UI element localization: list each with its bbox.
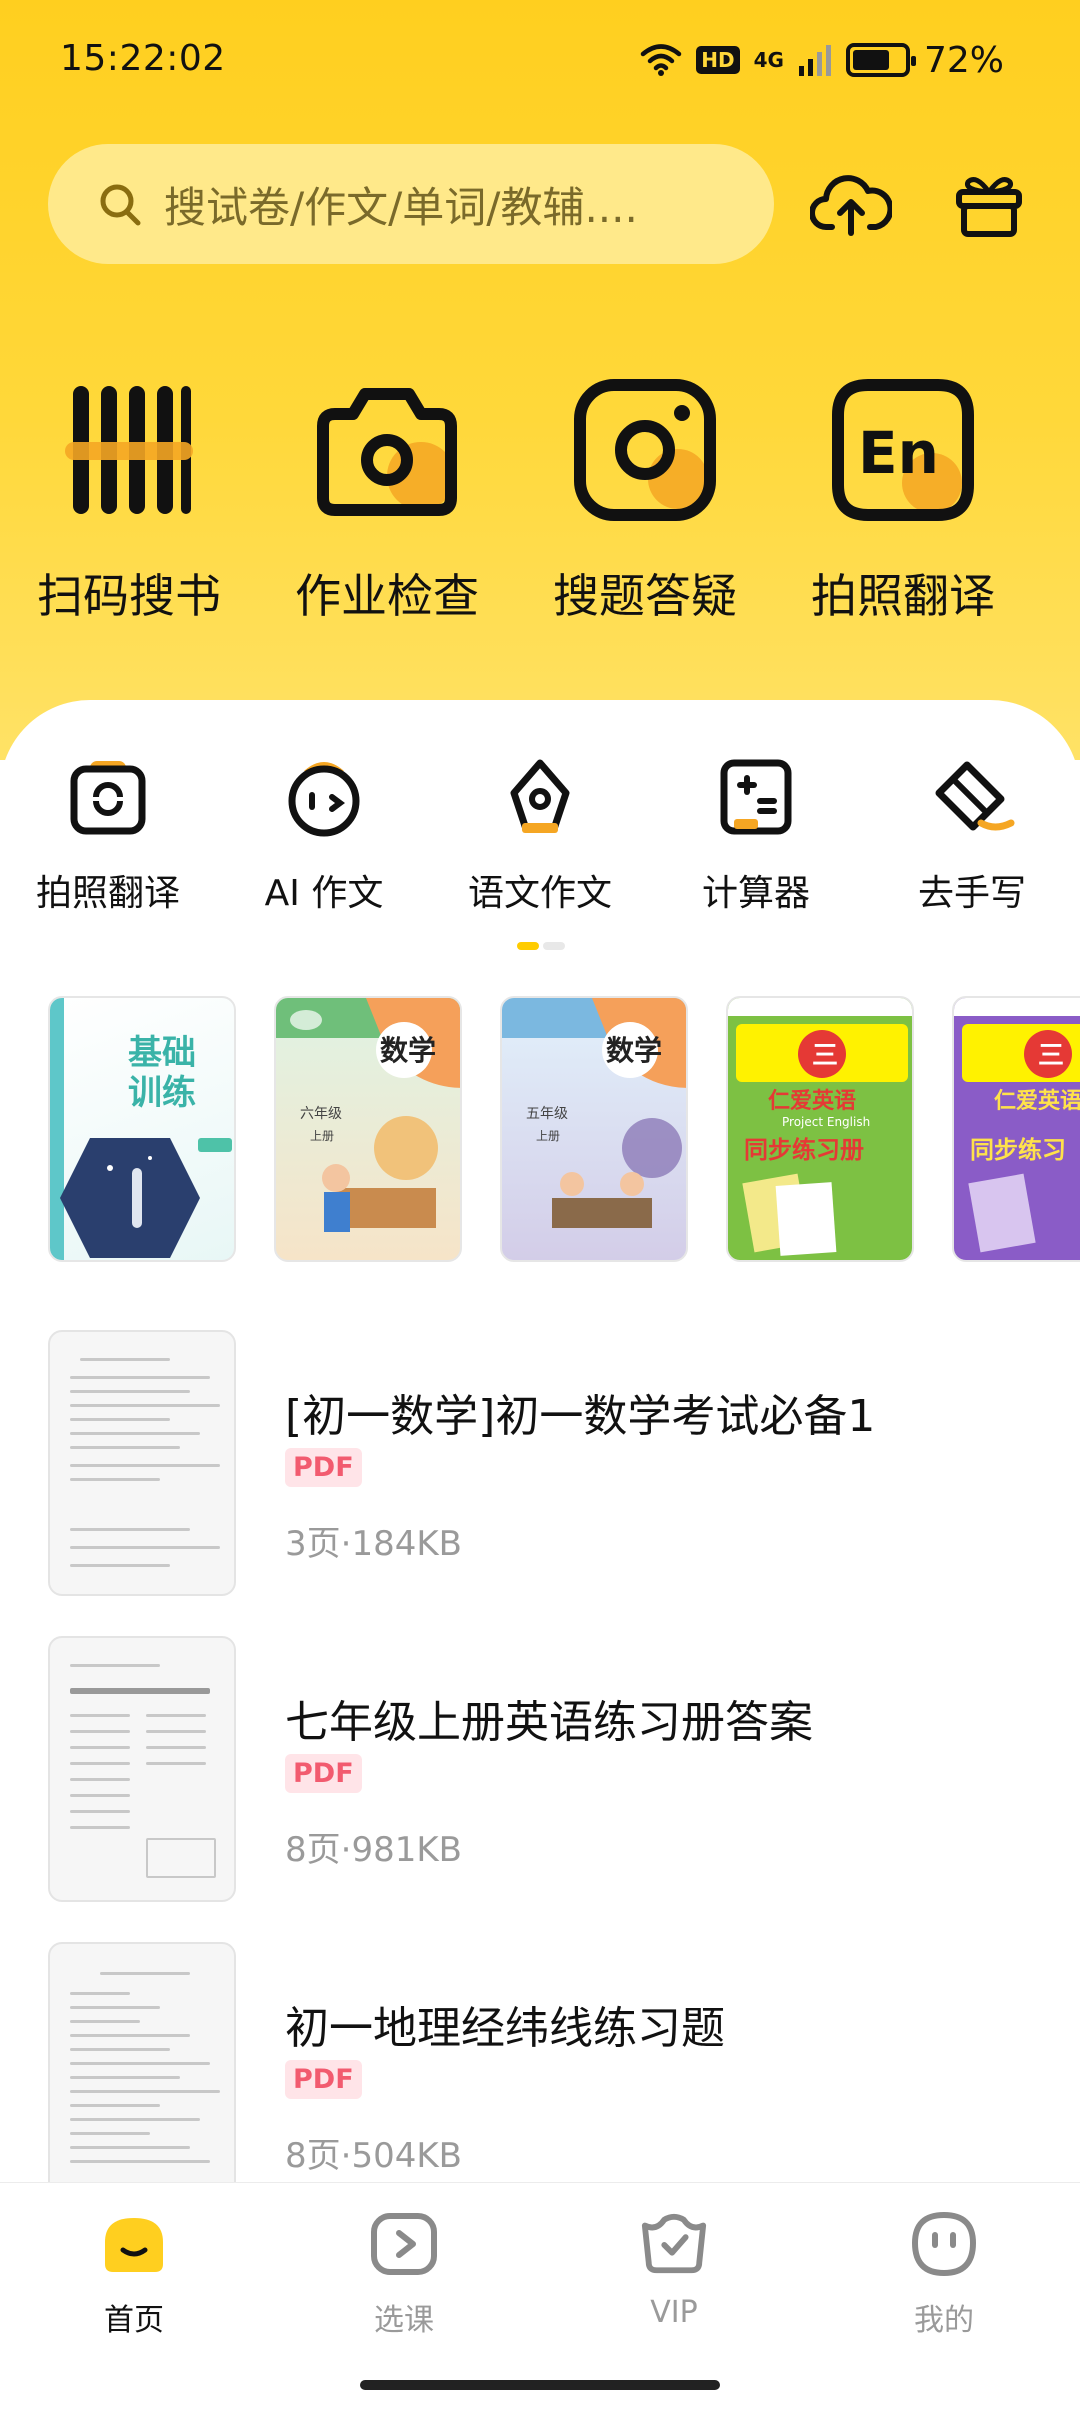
svg-text:同步练习册: 同步练习册: [744, 1136, 864, 1164]
tool-scan-book[interactable]: 扫码搜书: [0, 370, 258, 626]
tool-label: 作业检查: [295, 569, 479, 623]
nav-tab-home[interactable]: 首页: [54, 2209, 214, 2339]
gift-button[interactable]: [944, 160, 1034, 250]
upload-cloud-button[interactable]: [806, 160, 896, 250]
status-time: 15:22:02: [60, 38, 226, 79]
mini-tool-label: 计算器: [701, 873, 810, 914]
document-title: 七年级上册英语练习册答案: [285, 1697, 813, 1748]
battery-icon: [845, 43, 916, 77]
profile-face-icon: [909, 2209, 979, 2279]
home-indicator: [360, 2380, 720, 2390]
camera-icon: [307, 370, 467, 530]
mini-tool-ai-essay[interactable]: AI 作文: [216, 752, 432, 916]
home-icon: [99, 2209, 169, 2279]
lens-camera-icon: [565, 370, 725, 530]
svg-text:仁爱英语: 仁爱英语: [994, 1088, 1080, 1114]
mini-tool-calculator[interactable]: 计算器: [648, 752, 864, 916]
tool-photo-translate[interactable]: En 拍照翻译: [774, 370, 1032, 626]
page-dot-active: [517, 942, 539, 950]
tools-page-indicator: [517, 942, 565, 950]
nav-label: 我的: [914, 2303, 974, 2338]
nav-tab-profile[interactable]: 我的: [864, 2209, 1024, 2339]
nav-tab-courses[interactable]: 选课: [324, 2209, 484, 2339]
svg-text:训练: 训练: [128, 1073, 196, 1113]
book-cover[interactable]: 基础 训练: [48, 996, 236, 1262]
camera-rotate-icon: [63, 752, 153, 842]
book-cover[interactable]: 数学 六年级 上册: [274, 996, 462, 1262]
barcode-icon: [49, 370, 209, 530]
search-input[interactable]: 搜试卷/作文/单词/教辅....: [48, 144, 774, 264]
pdf-badge: PDF: [285, 1448, 362, 1487]
book-cover[interactable]: 三 仁爱英语 Project English 同步练习册: [726, 996, 914, 1262]
tool-label: 扫码搜书: [37, 569, 221, 623]
tool-label: 拍照翻译: [811, 569, 995, 623]
eraser-icon: [927, 752, 1017, 842]
mini-tool-photo-translate[interactable]: 拍照翻译: [0, 752, 216, 916]
play-course-icon: [369, 2209, 439, 2279]
document-title: 初一地理经纬线练习题: [285, 2003, 725, 2054]
tool-search-question[interactable]: 搜题答疑: [516, 370, 774, 626]
pdf-badge: PDF: [285, 2060, 362, 2099]
wifi-icon: [641, 44, 682, 76]
page-dot: [543, 942, 565, 950]
nav-label: VIP: [650, 2295, 698, 2330]
search-icon: [100, 184, 141, 226]
nav-label: 首页: [104, 2303, 164, 2338]
signal-icon: [798, 45, 831, 76]
list-item[interactable]: [初一数学]初一数学考试必备1 PDF 3页·184KB: [0, 1330, 1080, 1630]
calculator-icon: [711, 752, 801, 842]
document-thumbnail: [48, 1330, 236, 1596]
hd-badge: HD: [696, 46, 740, 74]
search-placeholder: 搜试卷/作文/单词/教辅....: [164, 182, 638, 232]
status-indicators: HD 4G 72%: [640, 38, 1004, 82]
svg-text:三: 三: [1038, 1041, 1064, 1071]
ai-face-icon: [279, 752, 369, 842]
svg-text:上册: 上册: [310, 1129, 334, 1143]
svg-text:上册: 上册: [536, 1129, 560, 1143]
nav-tab-vip[interactable]: VIP: [594, 2209, 754, 2330]
svg-text:基础: 基础: [128, 1033, 196, 1073]
svg-text:同步练习: 同步练习: [970, 1136, 1066, 1164]
book-carousel[interactable]: 基础 训练 数学 六年级 上册 数学 五年级 上册 三 仁爱英语 Project…: [48, 996, 1080, 1264]
pen-nib-icon: [495, 752, 585, 842]
book-cover[interactable]: 三 仁爱英语 同步练习: [952, 996, 1080, 1262]
svg-text:六年级: 六年级: [300, 1106, 342, 1122]
battery-fill: [852, 50, 889, 70]
mini-tool-label: 拍照翻译: [35, 873, 180, 914]
gift-icon: [956, 177, 1022, 237]
tool-homework-check[interactable]: 作业检查: [258, 370, 516, 626]
svg-text:Project English: Project English: [782, 1115, 870, 1129]
mini-tool-label: 语文作文: [467, 873, 612, 914]
upload-cloud-icon: [810, 175, 892, 236]
mini-tool-label: 去手写: [917, 873, 1026, 914]
bottom-nav: 首页 选课 VIP 我的: [0, 2182, 1080, 2412]
document-title: [初一数学]初一数学考试必备1: [285, 1391, 876, 1442]
svg-text:数学: 数学: [606, 1034, 662, 1067]
document-meta: 3页·184KB: [285, 1524, 462, 1564]
mini-tool-chinese-essay[interactable]: 语文作文: [432, 752, 648, 916]
pdf-badge: PDF: [285, 1754, 362, 1793]
battery-percent: 72%: [923, 39, 1004, 81]
svg-text:En: En: [858, 419, 939, 487]
vip-crown-icon: [639, 2209, 709, 2279]
tool-label: 搜题答疑: [553, 569, 737, 623]
book-cover[interactable]: 数学 五年级 上册: [500, 996, 688, 1262]
status-bar: 15:22:02 HD 4G 72%: [0, 0, 1080, 120]
mini-tool-remove-handwriting[interactable]: 去手写: [864, 752, 1080, 916]
nav-label: 选课: [374, 2303, 434, 2338]
document-meta: 8页·504KB: [285, 2136, 462, 2176]
svg-text:数学: 数学: [380, 1034, 436, 1067]
svg-text:三: 三: [812, 1041, 838, 1071]
mini-tool-label: AI 作文: [264, 873, 384, 914]
mini-tools: 拍照翻译 AI 作文 语文作文 计算器 去手写: [0, 752, 1080, 916]
svg-text:仁爱英语: 仁爱英语: [768, 1088, 856, 1114]
document-meta: 8页·981KB: [285, 1830, 462, 1870]
network-label: 4G: [753, 48, 784, 72]
main-tools: 扫码搜书 作业检查 搜题答疑 En 拍照翻译: [0, 370, 1080, 626]
svg-text:五年级: 五年级: [526, 1106, 568, 1122]
document-thumbnail: [48, 1636, 236, 1902]
list-item[interactable]: 七年级上册英语练习册答案 PDF 8页·981KB: [0, 1636, 1080, 1936]
document-thumbnail: [48, 1942, 236, 2208]
en-translate-icon: En: [823, 370, 983, 530]
